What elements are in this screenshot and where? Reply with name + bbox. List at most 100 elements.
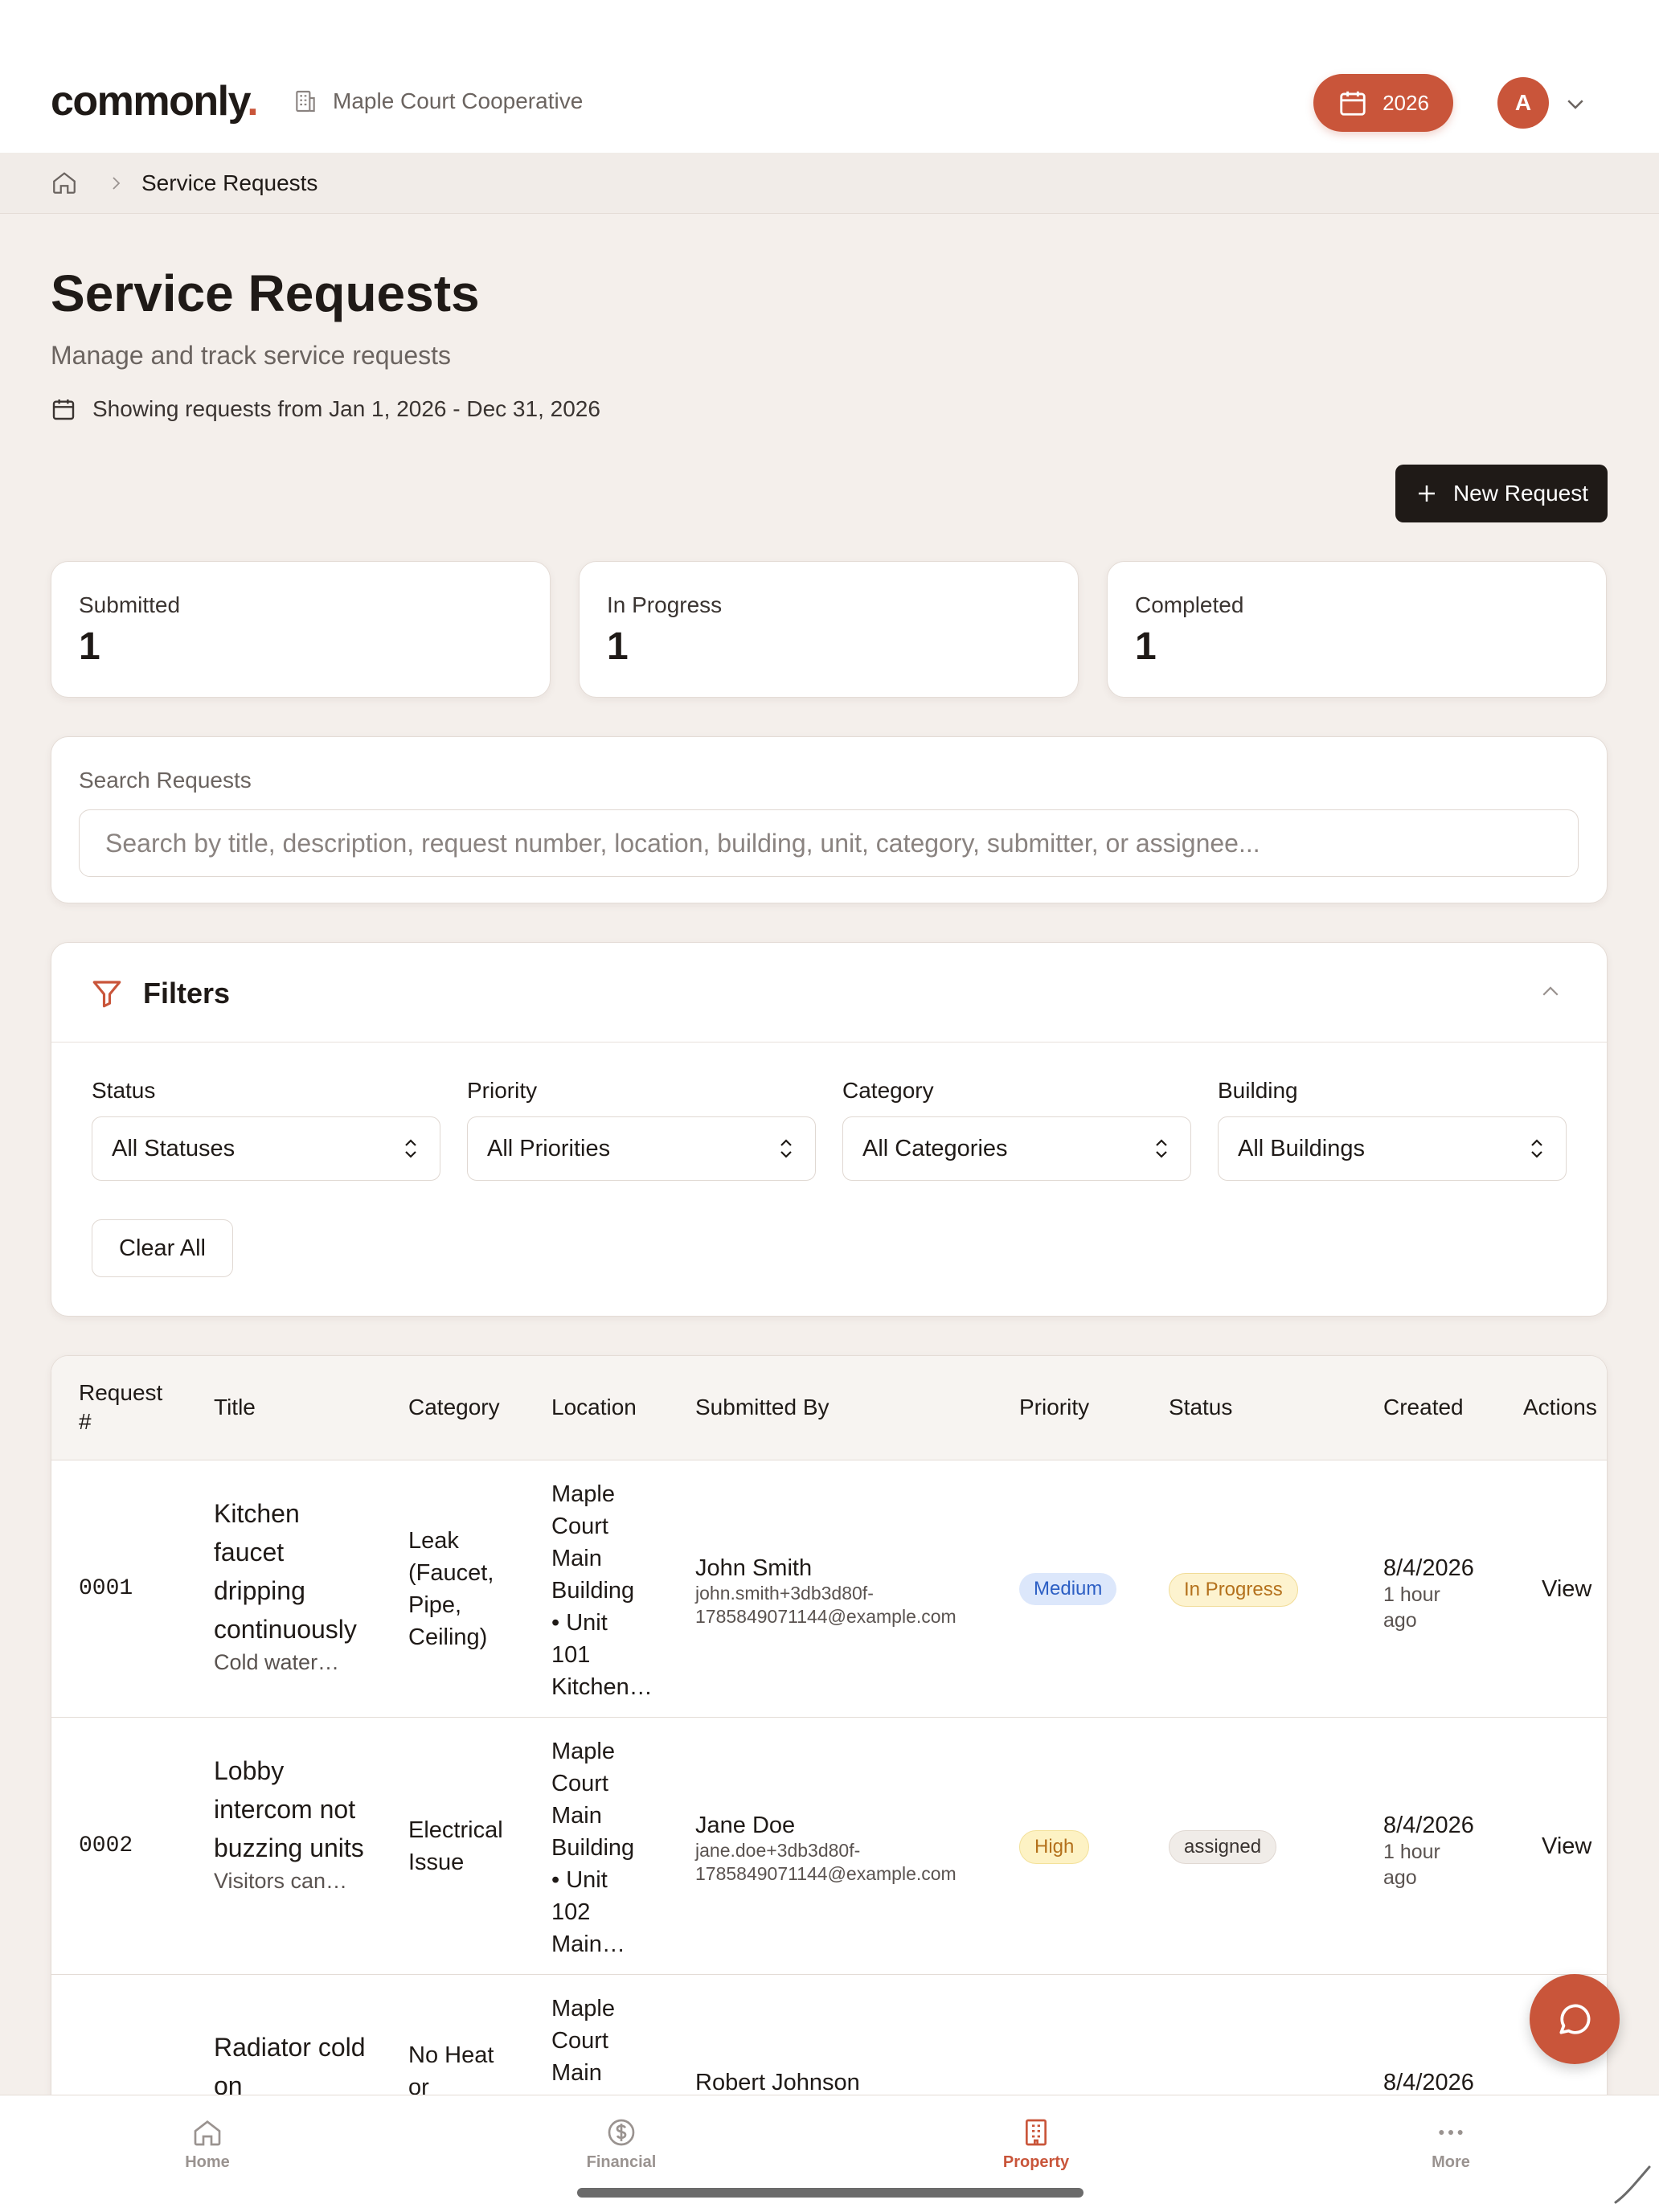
column-header-status[interactable]: Status [1169,1393,1232,1422]
chevron-up-down-icon [405,1139,416,1158]
status-badge: In Progress [1169,1573,1298,1607]
organization-switcher[interactable]: Maple Court Cooperative [293,88,583,114]
request-number: 0002 [79,1833,133,1858]
column-header-submitted-by[interactable]: Submitted By [695,1393,830,1422]
status-cell: assigned [1169,1830,1277,1864]
created-cell: 8/4/2026 1 hour ago [1383,1555,1474,1633]
chevron-up-down-icon [1531,1139,1542,1158]
building-filter-select[interactable]: All Buildings [1218,1116,1567,1181]
clear-all-button[interactable]: Clear All [92,1219,233,1277]
table-row[interactable]: 0002 Lobby intercom not buzzing units Vi… [51,1718,1607,1975]
app-logo[interactable]: commonly. [51,77,259,125]
request-title: Lobby intercom not buzzing units [214,1756,364,1862]
submitter-cell: Jane Doe jane.doe+3db3d80f-1785849071144… [695,1813,985,1886]
user-avatar[interactable]: A [1497,77,1549,129]
page-title: Service Requests [51,264,480,322]
tab-financial-label: Financial [586,2153,657,2171]
submitter-cell: John Smith john.smith+3db3d80f-178584907… [695,1555,985,1628]
request-category: No Heat or [408,2042,494,2100]
chat-button[interactable] [1530,1974,1620,2064]
year-label: 2026 [1382,90,1429,115]
submitter-cell: Robert Johnson [695,2070,860,2096]
stat-value: 1 [1135,625,1157,668]
stat-card-completed: Completed 1 [1107,561,1607,698]
year-selector-button[interactable]: 2026 [1313,74,1453,132]
tab-home[interactable]: Home [127,2116,288,2172]
request-location: Maple Court Main [551,1996,615,2086]
tab-more[interactable]: More [1370,2116,1531,2172]
column-header-category[interactable]: Category [408,1393,500,1422]
building-icon [1026,2119,1047,2146]
category-filter-label: Category [842,1078,934,1103]
filters-title: Filters [143,977,231,1010]
request-title-cell: Radiator cold on [214,2028,375,2105]
column-header-title[interactable]: Title [214,1393,256,1422]
top-bar: commonly. Maple Court Cooperative 2026 A [0,0,1659,153]
requests-table: Request # Title Category Location Submitt… [51,1355,1608,2212]
request-location: Maple Court Main Building • Unit 101 [551,1481,635,1668]
status-filter-select[interactable]: All Statuses [92,1116,440,1181]
chevron-up-icon[interactable] [1538,980,1563,1004]
priority-filter-label: Priority [467,1078,538,1103]
table-row[interactable]: 0001 Kitchen faucet dripping continuousl… [51,1460,1607,1718]
pencil-stroke-icon [1614,2165,1651,2204]
filters-panel: Filters Status All Statuses Priority All… [51,942,1608,1317]
created-date: 8/4/2026 [1383,1813,1474,1838]
new-request-label: New Request [1452,481,1589,506]
created-date: 8/4/2026 [1383,2070,1474,2095]
page-subtitle: Manage and track service requests [51,341,452,370]
more-dots-icon [1439,2130,1463,2135]
stat-label: Submitted [79,592,181,617]
stat-value: 1 [607,625,629,668]
dollar-icon [608,2119,635,2146]
chevron-up-down-icon [780,1139,792,1158]
view-button[interactable]: View [1542,1576,1591,1603]
chat-bubble-icon [1559,2004,1591,2034]
category-filter-select[interactable]: All Categories [842,1116,1191,1181]
column-header-created[interactable]: Created [1383,1393,1464,1422]
request-title: Kitchen faucet dripping continuously [214,1499,357,1644]
building-filter-label: Building [1218,1078,1298,1103]
tab-property[interactable]: Property [956,2116,1116,2172]
request-number: 0001 [79,1576,133,1601]
status-badge: assigned [1169,1830,1277,1864]
chevron-down-icon[interactable] [1563,92,1587,116]
date-range: Showing requests from Jan 1, 2026 - Dec … [51,396,600,422]
funnel-icon [92,981,121,1008]
priority-filter-value: All Priorities [487,1135,611,1161]
column-header-request-number[interactable]: Request # [79,1378,162,1436]
stat-label: Completed [1135,592,1244,617]
building-icon [296,90,315,113]
request-location-cell: Maple Court Main Building • Unit 102 Mai… [551,1735,648,1960]
priority-badge: Medium [1019,1573,1117,1605]
priority-badge: High [1019,1830,1090,1864]
tab-financial[interactable]: Financial [541,2116,702,2172]
column-header-actions: Actions [1523,1395,1597,1419]
created-relative: 1 hour ago [1383,1841,1440,1889]
home-icon[interactable] [51,169,78,196]
request-category: Electrical Issue [408,1817,503,1875]
request-title-cell: Lobby intercom not buzzing units Visitor… [214,1751,375,1894]
submitter-email: jane.doe+3db3d80f-1785849071144@example.… [695,1840,956,1884]
category-filter-value: All Categories [862,1135,1008,1161]
calendar-icon [1340,91,1366,116]
search-input[interactable] [79,809,1579,877]
plus-icon [1418,485,1435,502]
column-header-location[interactable]: Location [551,1393,637,1422]
request-location-cell: Maple Court Main [551,1993,648,2089]
column-header-priority[interactable]: Priority [1019,1393,1089,1422]
breadcrumb-current: Service Requests [141,170,318,195]
new-request-button[interactable]: New Request [1395,465,1608,522]
tab-more-label: More [1432,2153,1470,2171]
created-cell: 8/4/2026 1 hour ago [1383,1813,1474,1890]
request-title-cell: Kitchen faucet dripping continuously Col… [214,1494,375,1675]
stat-value: 1 [79,625,100,668]
filters-header[interactable]: Filters [51,943,1607,1043]
priority-filter-select[interactable]: All Priorities [467,1116,816,1181]
stat-label: In Progress [607,592,723,617]
request-location-detail: Kitchen… [551,1674,653,1700]
request-location-detail: Main… [551,1931,625,1957]
request-location-cell: Maple Court Main Building • Unit 101 Kit… [551,1478,653,1703]
created-cell: 8/4/2026 [1383,2070,1474,2096]
view-button[interactable]: View [1542,1833,1591,1860]
